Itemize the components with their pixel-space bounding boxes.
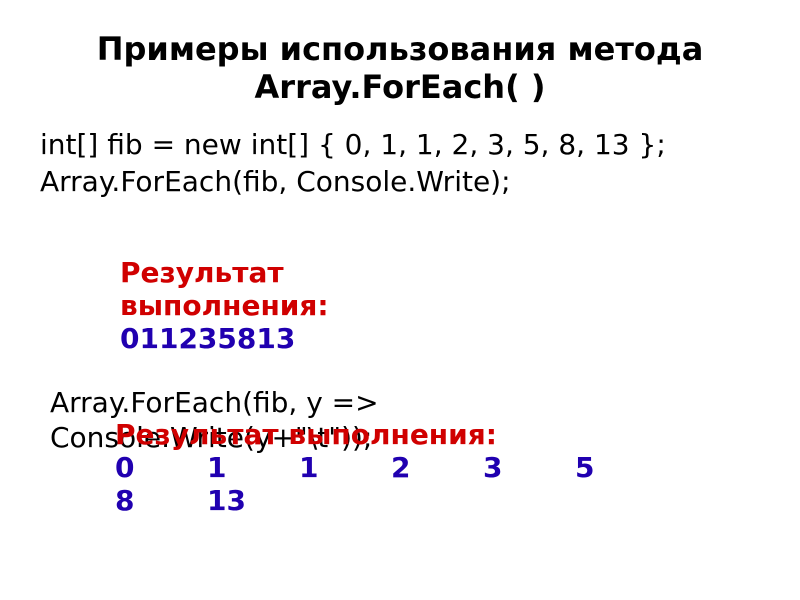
result-2-val-5: 5 — [575, 451, 667, 484]
result-1-label-a: Результат — [120, 256, 329, 289]
slide-title: Примеры использования метода Array.ForEa… — [40, 30, 760, 107]
code-declaration: int[] fib = new int[] { 0, 1, 1, 2, 3, 5… — [40, 127, 760, 162]
result-2-val-1: 1 — [207, 451, 299, 484]
result-2-output-row-1: 011235 — [115, 451, 667, 484]
slide: Примеры использования метода Array.ForEa… — [0, 0, 800, 600]
result-2-val-2: 1 — [299, 451, 391, 484]
result-2-output-row-2: 813 — [115, 484, 667, 517]
result-block-1: Результат выполнения: 011235813 — [120, 256, 329, 355]
result-1-output: 011235813 — [120, 322, 329, 355]
result-2-val-0: 0 — [115, 451, 207, 484]
result-1-label-b: выполнения: — [120, 289, 329, 322]
result-2-label: Результат выполнения: — [115, 418, 667, 451]
result-2-val-7: 13 — [207, 484, 299, 517]
code-foreach-1: Array.ForEach(fib, Console.Write); — [40, 164, 760, 199]
result-2-val-6: 8 — [115, 484, 207, 517]
result-2-val-4: 3 — [483, 451, 575, 484]
code-foreach-2-line-a: Array.ForEach(fib, y => — [50, 385, 379, 420]
result-2-val-3: 2 — [391, 451, 483, 484]
result-block-2: Результат выполнения: 011235 813 — [115, 418, 667, 517]
